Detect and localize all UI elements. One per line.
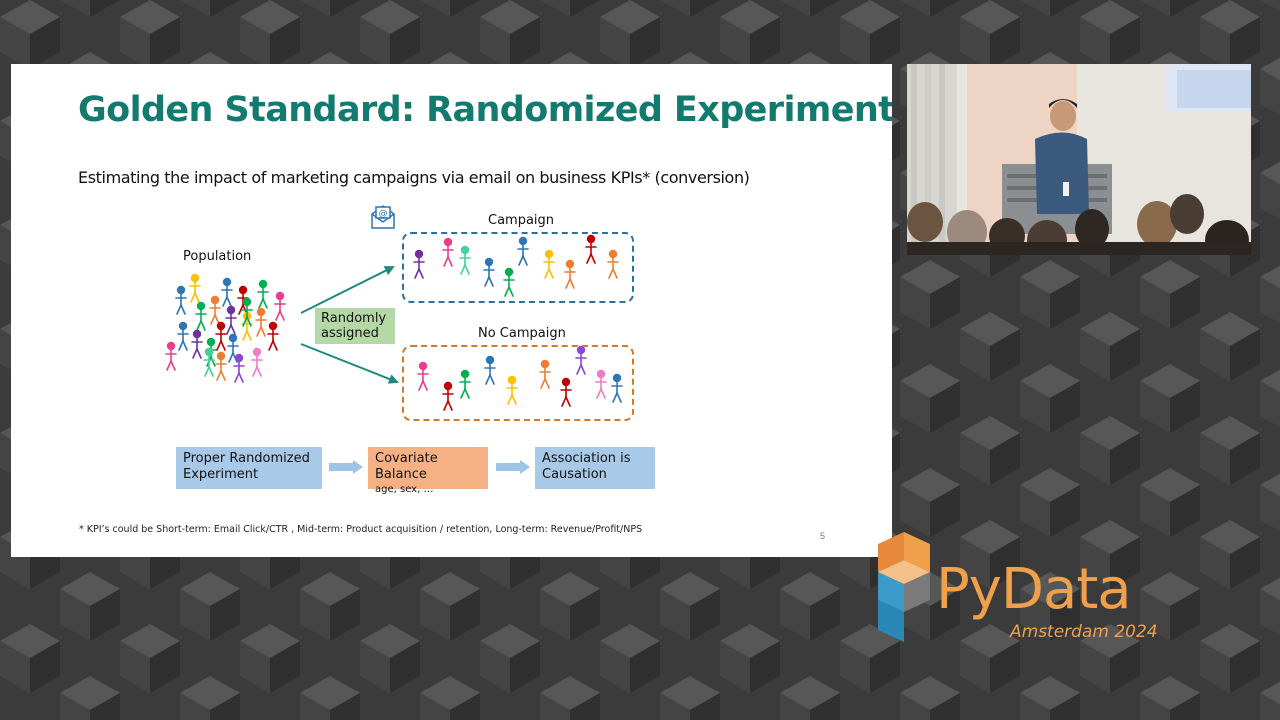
presentation-slide: @ Golden Standard: Randomized Experiment…	[11, 64, 892, 557]
flow-step2-line1: Covariate Balance	[375, 451, 438, 482]
arrow-to-no-campaign	[300, 343, 399, 384]
arrow-to-campaign	[300, 266, 395, 314]
assign-label-line2: assigned	[321, 326, 379, 341]
campaign-group-box	[402, 232, 634, 303]
population-person	[251, 347, 263, 377]
pydata-logo-text: PyData	[936, 557, 1132, 622]
pydata-event-text: Amsterdam 2024	[1010, 622, 1158, 642]
population-person	[189, 273, 201, 303]
population-person	[195, 301, 207, 331]
speaker-video-feed	[907, 64, 1251, 255]
population-person	[165, 341, 177, 371]
population-person	[177, 321, 189, 351]
population-person	[209, 295, 221, 325]
population-person	[255, 307, 267, 337]
population-person	[274, 291, 286, 321]
flow-step1-line1: Proper Randomized	[183, 451, 310, 466]
no-campaign-label: No Campaign	[478, 326, 566, 341]
kpi-footnote: * KPI’s could be Short-term: Email Click…	[79, 524, 643, 535]
population-person	[225, 305, 237, 335]
campaign-label: Campaign	[488, 213, 555, 228]
flow-step1-line2: Experiment	[183, 467, 259, 482]
speaker-photo	[907, 64, 1251, 255]
population-person	[267, 321, 279, 351]
population-person	[215, 321, 227, 351]
flow-step2-line2: age, sex, …	[375, 484, 434, 495]
population-person	[257, 279, 269, 309]
slide-subtitle: Estimating the impact of marketing campa…	[78, 168, 750, 187]
randomly-assigned-box: Randomly assigned	[315, 308, 395, 344]
pydata-cubes-icon	[878, 532, 930, 642]
flow-arrow-1-icon	[329, 460, 363, 474]
pydata-logo: PyData Amsterdam 2024	[874, 530, 1164, 650]
email-at-icon: @	[371, 205, 395, 229]
population-label: Population	[183, 249, 252, 264]
flow-step-association-causation: Association is Causation	[535, 447, 655, 489]
flow-step-randomized-experiment: Proper Randomized Experiment	[176, 447, 322, 489]
population-person	[191, 329, 203, 359]
no-campaign-group-box	[402, 345, 634, 421]
population-person	[215, 351, 227, 381]
flow-step3-line1: Association is	[542, 451, 631, 466]
slide-page-number: 5	[820, 531, 826, 541]
population-person	[233, 353, 245, 383]
assign-label-line1: Randomly	[321, 311, 387, 326]
flow-step3-line2: Causation	[542, 467, 607, 482]
population-person	[175, 285, 187, 315]
flow-arrow-2-icon	[496, 460, 530, 474]
slide-title: Golden Standard: Randomized Experiment	[78, 90, 892, 130]
flow-step-covariate-balance: Covariate Balance age, sex, …	[368, 447, 488, 495]
svg-text:@: @	[379, 209, 388, 219]
population-person	[221, 277, 233, 307]
